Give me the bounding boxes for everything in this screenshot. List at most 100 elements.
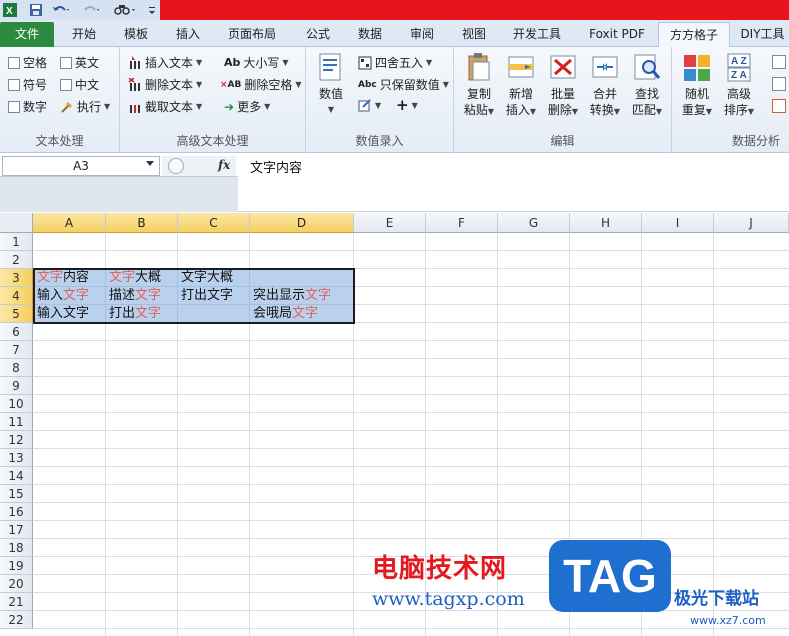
cell-c4[interactable]: 打出文字	[178, 287, 233, 305]
analysis-mini-tool-1[interactable]	[772, 55, 786, 69]
tab-fangfang[interactable]: 方方格子	[658, 22, 730, 47]
undo-icon[interactable]	[50, 2, 72, 18]
row-header-9[interactable]: 9	[0, 377, 33, 395]
row-header-19[interactable]: 19	[0, 557, 33, 575]
row-header-7[interactable]: 7	[0, 341, 33, 359]
grid-line	[33, 520, 789, 521]
row-header-15[interactable]: 15	[0, 485, 33, 503]
column-header-h[interactable]: H	[570, 213, 642, 233]
column-header-c[interactable]: C	[178, 213, 250, 233]
analysis-mini-tool-2[interactable]	[772, 77, 786, 91]
cell-a3[interactable]: 文字内容	[34, 269, 89, 287]
tab-formula[interactable]: 公式	[296, 22, 340, 47]
delete-space-button[interactable]: ×AB 删除空格 ▼	[220, 76, 302, 93]
tab-diy-tools[interactable]: DIY工具	[736, 22, 789, 47]
round-button[interactable]: 四舍五入 ▼	[358, 54, 432, 71]
column-header-i[interactable]: I	[642, 213, 714, 233]
column-header-e[interactable]: E	[354, 213, 426, 233]
merge-convert-button[interactable]: 合并 转换▼	[584, 51, 626, 120]
cell-b3[interactable]: 文字大概	[106, 269, 161, 287]
row-header-2[interactable]: 2	[0, 251, 33, 269]
row-header-16[interactable]: 16	[0, 503, 33, 521]
row-header-14[interactable]: 14	[0, 467, 33, 485]
row-header-12[interactable]: 12	[0, 431, 33, 449]
select-all-corner[interactable]	[0, 213, 33, 233]
tab-foxit-pdf[interactable]: Foxit PDF	[580, 22, 654, 47]
row-header-13[interactable]: 13	[0, 449, 33, 467]
excel-logo-icon: X	[2, 2, 18, 18]
tab-view[interactable]: 视图	[452, 22, 496, 47]
column-header-f[interactable]: F	[426, 213, 498, 233]
more-button[interactable]: ➔ 更多 ▼	[224, 98, 270, 115]
keep-value-button[interactable]: Abc 只保留数值 ▼	[358, 76, 449, 93]
name-box[interactable]: A3	[2, 156, 160, 176]
tab-template[interactable]: 模板	[114, 22, 158, 47]
cell-b5[interactable]: 打出文字	[106, 305, 161, 323]
value-icon	[319, 53, 341, 81]
tab-page-layout[interactable]: 页面布局	[220, 22, 284, 47]
column-header-b[interactable]: B	[106, 213, 178, 233]
check-number[interactable]: 数字	[8, 98, 47, 115]
plus-button[interactable]: + ▼	[396, 96, 418, 114]
row-header-8[interactable]: 8	[0, 359, 33, 377]
save-icon[interactable]	[28, 2, 44, 18]
find-icon[interactable]	[112, 2, 138, 18]
cell-a5[interactable]: 输入文字	[34, 305, 89, 323]
check-english[interactable]: 英文	[60, 54, 99, 71]
find-match-button[interactable]: 查找 匹配▼	[626, 51, 668, 120]
customize-toolbar-icon[interactable]	[146, 2, 158, 18]
analysis-mini-tool-3[interactable]	[772, 99, 786, 113]
check-symbol[interactable]: 符号	[8, 76, 47, 93]
resize-handle[interactable]	[168, 158, 184, 174]
value-button[interactable]: 数值 ▼	[310, 51, 352, 118]
column-header-d[interactable]: D	[250, 213, 354, 233]
row-header-11[interactable]: 11	[0, 413, 33, 431]
tab-review[interactable]: 审阅	[400, 22, 444, 47]
formula-bar-left-pane	[0, 176, 238, 212]
batch-delete-button[interactable]: 批量 删除▼	[542, 51, 584, 120]
extract-text-button[interactable]: 截取文本 ▼	[128, 98, 202, 115]
row-header-18[interactable]: 18	[0, 539, 33, 557]
row-header-3[interactable]: 3	[0, 269, 33, 287]
tab-file[interactable]: 文件	[0, 22, 54, 47]
insert-text-button[interactable]: 插入文本 ▼	[128, 54, 202, 71]
chevron-down-icon[interactable]	[146, 161, 154, 166]
row-header-22[interactable]: 22	[0, 611, 33, 629]
random-repeat-button[interactable]: 随机 重复▼	[676, 51, 718, 120]
row-header-6[interactable]: 6	[0, 323, 33, 341]
check-chinese[interactable]: 中文	[60, 76, 99, 93]
column-header-g[interactable]: G	[498, 213, 570, 233]
delete-text-button[interactable]: 删除文本 ▼	[128, 76, 202, 93]
row-header-20[interactable]: 20	[0, 575, 33, 593]
column-header-a[interactable]: A	[33, 213, 106, 233]
tab-developer[interactable]: 开发工具	[504, 22, 570, 47]
row-header-4[interactable]: 4	[0, 287, 33, 305]
execute-button[interactable]: 执行 ▼	[60, 98, 110, 115]
row-header-10[interactable]: 10	[0, 395, 33, 413]
cell-d5[interactable]: 会哦局文字	[250, 305, 318, 323]
row-header-17[interactable]: 17	[0, 521, 33, 539]
tab-home[interactable]: 开始	[62, 22, 106, 47]
redo-icon[interactable]	[80, 2, 102, 18]
copy-paste-button[interactable]: 复制 粘贴▼	[458, 51, 500, 120]
advanced-sort-button[interactable]: A ZZ A 高级 排序▼	[718, 51, 760, 120]
tab-data[interactable]: 数据	[348, 22, 392, 47]
formula-input[interactable]: 文字内容	[250, 157, 302, 176]
row-header-21[interactable]: 21	[0, 593, 33, 611]
insert-function-icon[interactable]: fx	[218, 158, 230, 172]
row-header-1[interactable]: 1	[0, 233, 33, 251]
edit-note-button[interactable]: ▼	[358, 98, 381, 112]
column-header-j[interactable]: J	[714, 213, 789, 233]
new-insert-button[interactable]: 新增 插入▼	[500, 51, 542, 120]
tab-insert[interactable]: 插入	[166, 22, 210, 47]
cell-d4[interactable]: 突出显示文字	[250, 287, 331, 305]
cell-c3[interactable]: 文字大概	[178, 269, 233, 287]
cell-b4[interactable]: 描述文字	[106, 287, 161, 305]
row-header-5[interactable]: 5	[0, 305, 33, 323]
chevron-down-icon: ▼	[295, 80, 302, 89]
plus-icon: +	[396, 96, 409, 114]
cell-a4[interactable]: 输入文字	[34, 287, 89, 305]
chevron-down-icon: ▼	[655, 107, 663, 116]
case-button[interactable]: Ab 大小写 ▼	[224, 54, 289, 71]
check-space[interactable]: 空格	[8, 54, 47, 71]
